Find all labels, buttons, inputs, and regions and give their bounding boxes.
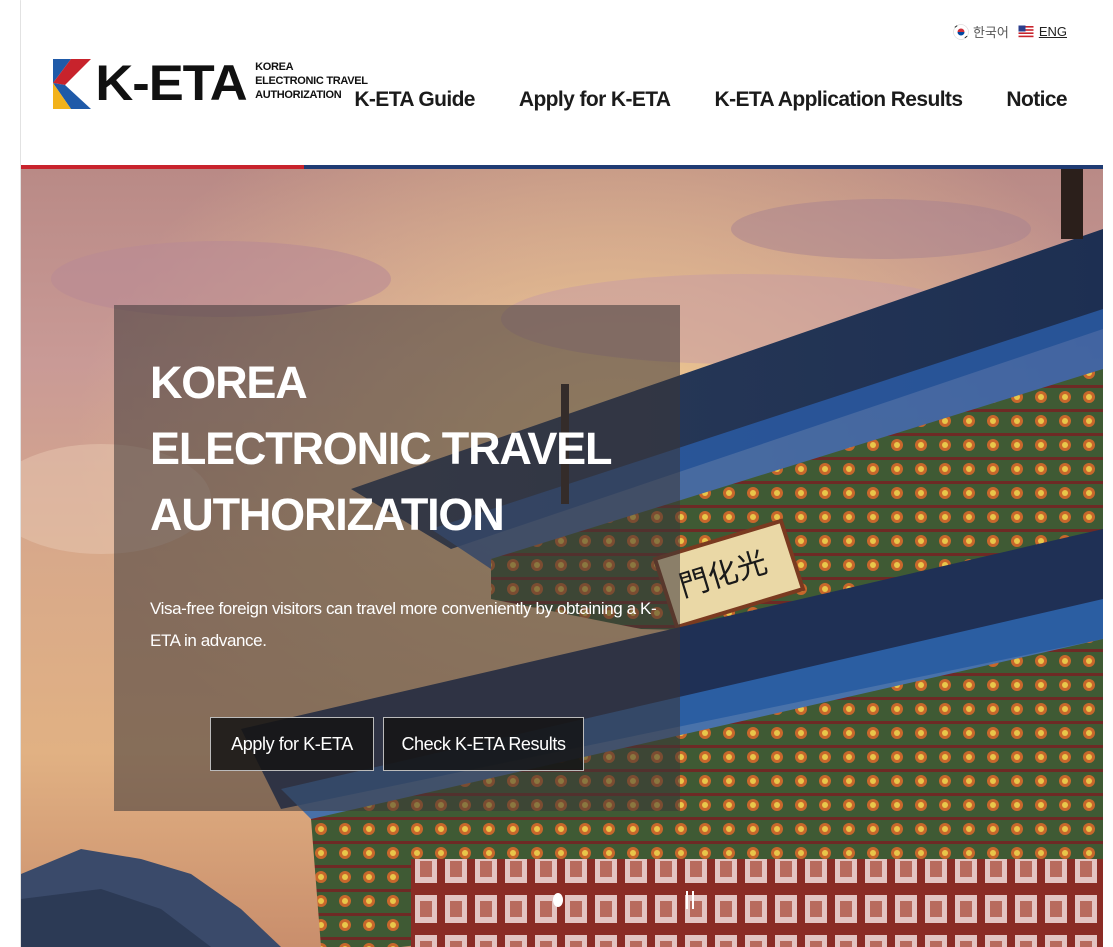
us-flag-icon <box>1018 24 1034 39</box>
logo-subtitle: KOREA ELECTRONIC TRAVEL AUTHORIZATION <box>255 60 368 102</box>
logo-sub-line: AUTHORIZATION <box>255 89 342 101</box>
english-label: ENG <box>1038 24 1067 39</box>
hero-title: KOREA ELECTRONIC TRAVEL AUTHORIZATION <box>150 350 612 548</box>
slide-indicator-dot[interactable] <box>553 893 563 907</box>
hero-title-line: ELECTRONIC TRAVEL <box>150 423 612 474</box>
site-header: 한국어 ENG K-ETA KOREA ELECTRONIC TRAVEL AU… <box>21 0 1103 170</box>
slideshow-pause-icon[interactable] <box>685 891 697 909</box>
korea-flag-icon <box>953 23 969 40</box>
nav-notice[interactable]: Notice <box>1006 88 1067 112</box>
logo-sub-line: ELECTRONIC TRAVEL <box>255 75 368 87</box>
hero-title-line: KOREA <box>150 357 308 408</box>
check-keta-results-button[interactable]: Check K-ETA Results <box>383 717 584 771</box>
logo-wordmark: K-ETA <box>95 55 247 111</box>
logo-sub-line: KOREA <box>255 61 294 73</box>
hero-banner: 門化光 KOREA ELECTRONIC TRAVEL AUTHORIZATIO… <box>21 169 1103 947</box>
language-korean[interactable]: 한국어 <box>953 22 1009 41</box>
hero-title-line: AUTHORIZATION <box>150 489 505 540</box>
apply-keta-button[interactable]: Apply for K-ETA <box>210 717 374 771</box>
hero-intro-panel: KOREA ELECTRONIC TRAVEL AUTHORIZATION Vi… <box>114 305 680 811</box>
main-navigation: K-ETA Guide Apply for K-ETA K-ETA Applic… <box>354 88 1067 112</box>
nav-apply-keta[interactable]: Apply for K-ETA <box>519 88 671 112</box>
korean-label: 한국어 <box>972 25 1009 40</box>
language-selector: 한국어 ENG <box>953 22 1067 41</box>
keta-logo[interactable]: K-ETA KOREA ELECTRONIC TRAVEL AUTHORIZAT… <box>51 55 368 111</box>
nav-application-results[interactable]: K-ETA Application Results <box>715 88 964 112</box>
nav-keta-guide[interactable]: K-ETA Guide <box>354 88 475 112</box>
language-english[interactable]: ENG <box>1017 24 1067 40</box>
keta-logo-mark-icon <box>53 59 91 109</box>
hero-description: Visa-free foreign visitors can travel mo… <box>150 599 657 650</box>
